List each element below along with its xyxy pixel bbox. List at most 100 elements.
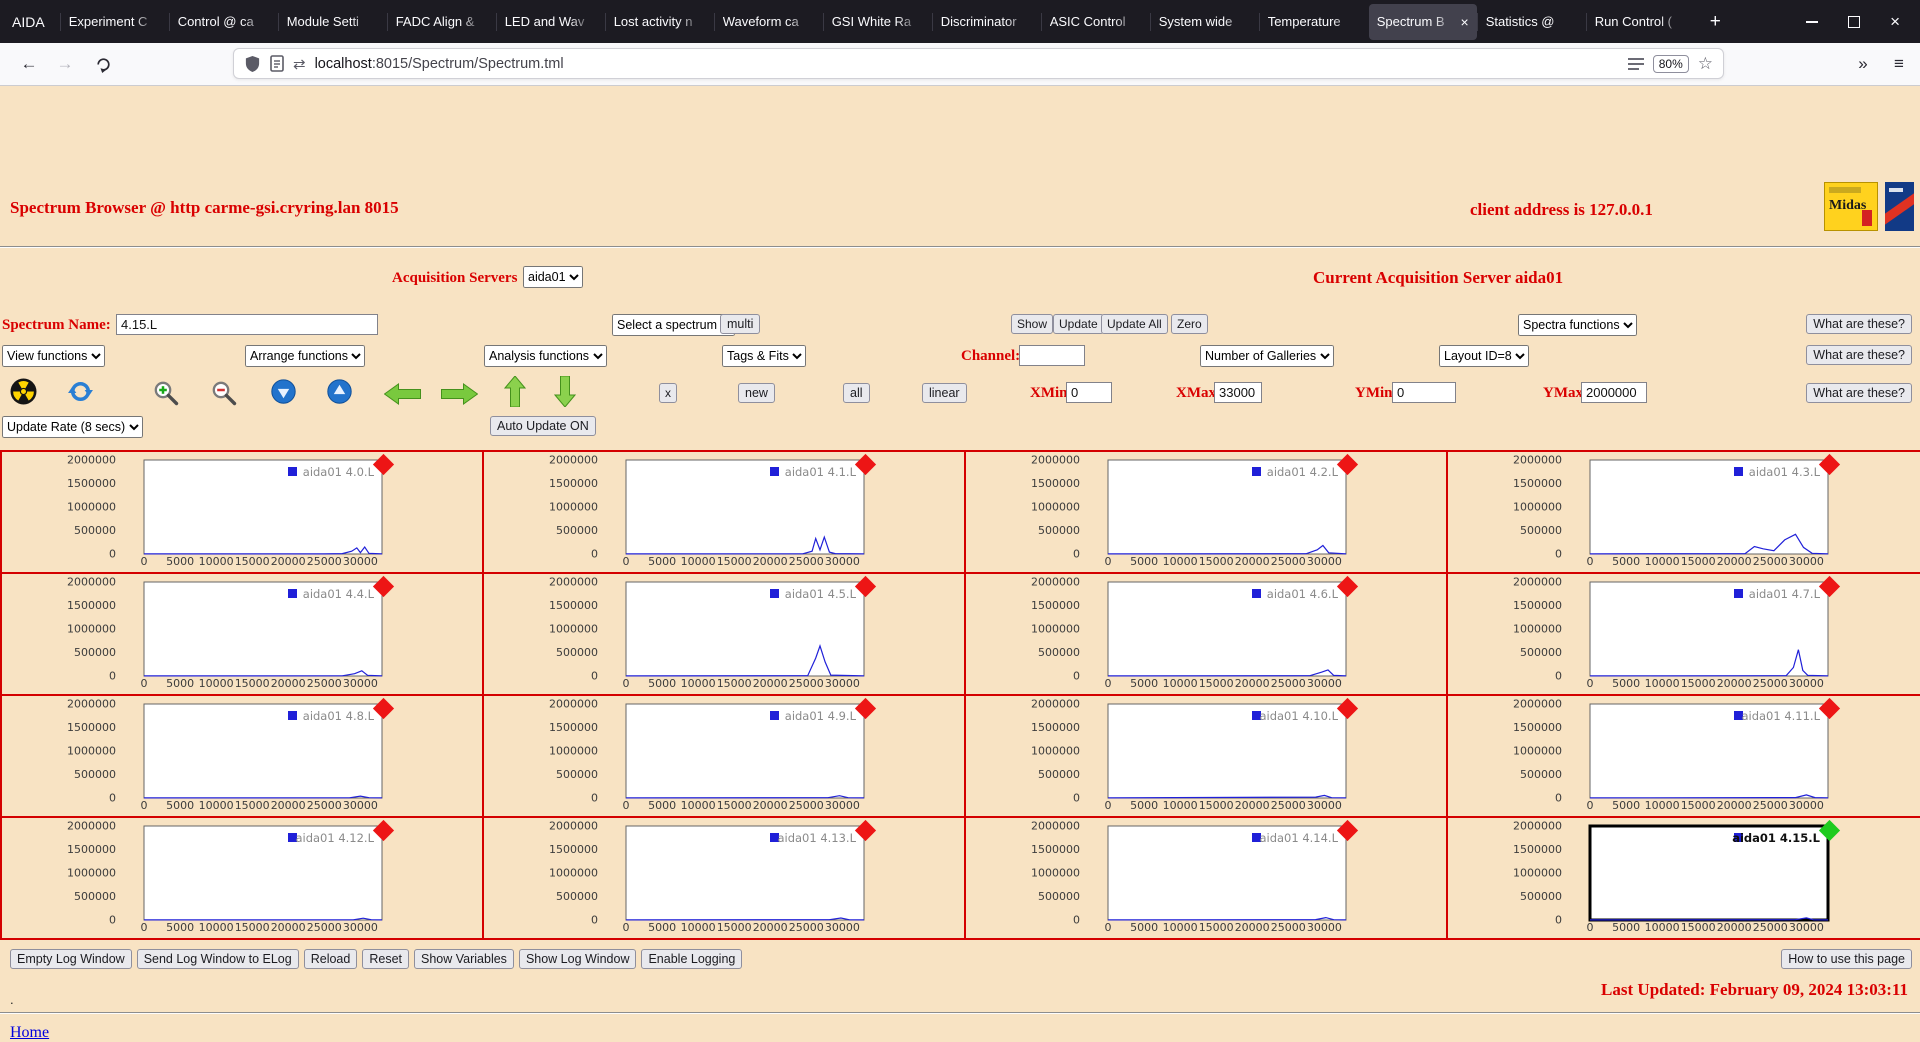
arrange-functions-dropdown[interactable]: Arrange functions xyxy=(245,345,365,367)
new-button[interactable]: new xyxy=(738,383,775,403)
bookmark-star-icon[interactable]: ☆ xyxy=(1698,54,1713,74)
x-button[interactable]: x xyxy=(659,383,677,403)
spectrum-cell[interactable]: 2000000 1500000 1000000 500000 0 0 5000 10000 15… xyxy=(0,694,484,818)
spectrum-cell[interactable]: 2000000 1500000 1000000 500000 0 0 5000 10000 15… xyxy=(1446,450,1920,574)
url-bar[interactable]: ⇄ localhost:8015/Spectrum/Spectrum.tml 8… xyxy=(233,48,1724,79)
spectrum-name-input[interactable] xyxy=(116,314,378,335)
browser-tab[interactable]: Lost activity n xyxy=(604,4,714,40)
auto-update-button[interactable]: Auto Update ON xyxy=(490,416,596,436)
svg-text:15000: 15000 xyxy=(235,799,270,812)
analysis-functions-dropdown[interactable]: Analysis functions xyxy=(484,345,607,367)
browser-tab[interactable]: FADC Align & xyxy=(386,4,496,40)
browser-tab[interactable]: Waveform ca xyxy=(713,4,823,40)
menu-icon[interactable]: ≡ xyxy=(1884,51,1914,77)
new-tab-button[interactable]: + xyxy=(1702,11,1729,33)
spectrum-cell[interactable]: 2000000 1500000 1000000 500000 0 0 5000 10000 15… xyxy=(1446,816,1920,940)
reset-button[interactable]: Reset xyxy=(362,949,409,969)
browser-tab[interactable]: GSI White Ra xyxy=(822,4,932,40)
browser-tab[interactable]: Temperature xyxy=(1258,4,1368,40)
number-of-galleries-dropdown[interactable]: Number of Galleries xyxy=(1200,345,1334,367)
reload-page-button[interactable]: Reload xyxy=(303,949,358,969)
svg-text:0: 0 xyxy=(1555,670,1562,683)
overflow-icon[interactable]: » xyxy=(1848,51,1878,77)
how-to-use-button[interactable]: How to use this page xyxy=(1781,949,1912,969)
all-button[interactable]: all xyxy=(843,383,870,403)
arrow-left-icon[interactable] xyxy=(383,383,421,405)
spectrum-cell[interactable]: 2000000 1500000 1000000 500000 0 0 5000 10000 15… xyxy=(0,816,484,940)
shield-icon[interactable] xyxy=(244,55,261,73)
update-button[interactable]: Update xyxy=(1053,314,1104,334)
zero-button[interactable]: Zero xyxy=(1171,314,1208,334)
home-link[interactable]: Home xyxy=(10,1024,49,1042)
spectrum-cell[interactable]: 2000000 1500000 1000000 500000 0 0 5000 10000 15… xyxy=(482,572,966,696)
spectrum-cell[interactable]: 2000000 1500000 1000000 500000 0 0 5000 10000 15… xyxy=(0,450,484,574)
browser-tab[interactable]: Discriminator xyxy=(931,4,1041,40)
spectrum-cell[interactable]: 2000000 1500000 1000000 500000 0 0 5000 10000 15… xyxy=(482,694,966,818)
spectrum-cell[interactable]: 2000000 1500000 1000000 500000 0 0 5000 10000 15… xyxy=(1446,572,1920,696)
arrow-up-icon[interactable] xyxy=(503,375,527,408)
browser-tab[interactable]: System wide xyxy=(1149,4,1259,40)
radiation-icon[interactable] xyxy=(10,378,37,405)
what-are-these-button-2[interactable]: What are these? xyxy=(1806,345,1912,365)
ymin-input[interactable] xyxy=(1392,382,1456,403)
spectrum-cell[interactable]: 2000000 1500000 1000000 500000 0 0 5000 10000 15… xyxy=(1446,694,1920,818)
spectra-functions-dropdown[interactable]: Spectra functions xyxy=(1518,314,1637,336)
zoom-in-icon[interactable] xyxy=(152,379,180,407)
enable-logging-button[interactable]: Enable Logging xyxy=(641,949,743,969)
page-info-icon[interactable] xyxy=(270,55,284,72)
arrow-down-icon[interactable] xyxy=(553,375,577,408)
channel-input[interactable] xyxy=(1019,345,1085,366)
spectrum-cell[interactable]: 2000000 1500000 1000000 500000 0 0 5000 10000 15… xyxy=(964,450,1448,574)
minimize-icon[interactable] xyxy=(1806,20,1819,23)
tags-fits-dropdown[interactable]: Tags & Fits xyxy=(722,345,806,367)
back-button[interactable]: ← xyxy=(14,51,44,77)
show-log-window-button[interactable]: Show Log Window xyxy=(518,949,637,969)
permissions-icon[interactable]: ⇄ xyxy=(293,55,306,73)
spectrum-cell[interactable]: 2000000 1500000 1000000 500000 0 0 5000 10000 15… xyxy=(964,572,1448,696)
maximize-icon[interactable] xyxy=(1848,15,1861,28)
circle-arrow-up-icon[interactable] xyxy=(327,379,352,404)
reload-button[interactable] xyxy=(88,51,118,77)
legend-swatch xyxy=(770,589,779,598)
layout-id-dropdown[interactable]: Layout ID=8 xyxy=(1439,345,1529,367)
show-variables-button[interactable]: Show Variables xyxy=(414,949,514,969)
close-icon[interactable]: × xyxy=(1890,13,1900,30)
what-are-these-button-1[interactable]: What are these? xyxy=(1806,314,1912,334)
svg-text:20000: 20000 xyxy=(753,677,788,690)
forward-button[interactable]: → xyxy=(50,51,80,77)
reader-view-icon[interactable] xyxy=(1627,57,1644,71)
spectrum-cell[interactable]: 2000000 1500000 1000000 500000 0 0 5000 10000 15… xyxy=(964,694,1448,818)
browser-tab-active[interactable]: Spectrum B × xyxy=(1368,3,1477,40)
browser-tab[interactable]: Control @ ca xyxy=(168,4,278,40)
xmax-input[interactable] xyxy=(1214,382,1262,403)
update-rate-dropdown[interactable]: Update Rate (8 secs) xyxy=(2,416,143,438)
select-spectrum-dropdown[interactable]: Select a spectrum xyxy=(612,314,735,336)
acquisition-server-select[interactable]: aida01 xyxy=(523,266,583,288)
show-button[interactable]: Show xyxy=(1011,314,1054,334)
what-are-these-button-3[interactable]: What are these? xyxy=(1806,383,1912,403)
zoom-out-icon[interactable] xyxy=(210,379,238,407)
spectrum-cell[interactable]: 2000000 1500000 1000000 500000 0 0 5000 10000 15… xyxy=(0,572,484,696)
arrow-right-icon[interactable] xyxy=(441,383,479,405)
browser-tab[interactable]: ASIC Control xyxy=(1040,4,1150,40)
browser-tab[interactable]: Experiment C xyxy=(59,4,169,40)
refresh-icon[interactable] xyxy=(67,378,94,405)
spectrum-cell[interactable]: 2000000 1500000 1000000 500000 0 0 5000 10000 15… xyxy=(482,816,966,940)
ymax-input[interactable] xyxy=(1581,382,1647,403)
multi-button[interactable]: multi xyxy=(720,314,761,334)
update-all-button[interactable]: Update All xyxy=(1101,314,1168,334)
spectrum-cell[interactable]: 2000000 1500000 1000000 500000 0 0 5000 10000 15… xyxy=(482,450,966,574)
browser-tab[interactable]: Module Setti xyxy=(277,4,387,40)
browser-tab[interactable]: Statistics @ xyxy=(1476,4,1586,40)
spectrum-cell[interactable]: 2000000 1500000 1000000 500000 0 0 5000 10000 15… xyxy=(964,816,1448,940)
linear-button[interactable]: linear xyxy=(922,383,967,403)
zoom-level-button[interactable]: 80% xyxy=(1652,54,1689,73)
view-functions-dropdown[interactable]: View functions xyxy=(2,345,105,367)
browser-tab[interactable]: Run Control ( xyxy=(1585,4,1695,40)
xmin-input[interactable] xyxy=(1066,382,1112,403)
empty-log-window-button[interactable]: Empty Log Window xyxy=(10,949,132,969)
circle-arrow-down-icon[interactable] xyxy=(271,379,296,404)
tab-close-icon[interactable]: × xyxy=(1461,15,1469,29)
send-log-to-elog-button[interactable]: Send Log Window to ELog xyxy=(136,949,299,969)
browser-tab[interactable]: LED and Wav xyxy=(495,4,605,40)
